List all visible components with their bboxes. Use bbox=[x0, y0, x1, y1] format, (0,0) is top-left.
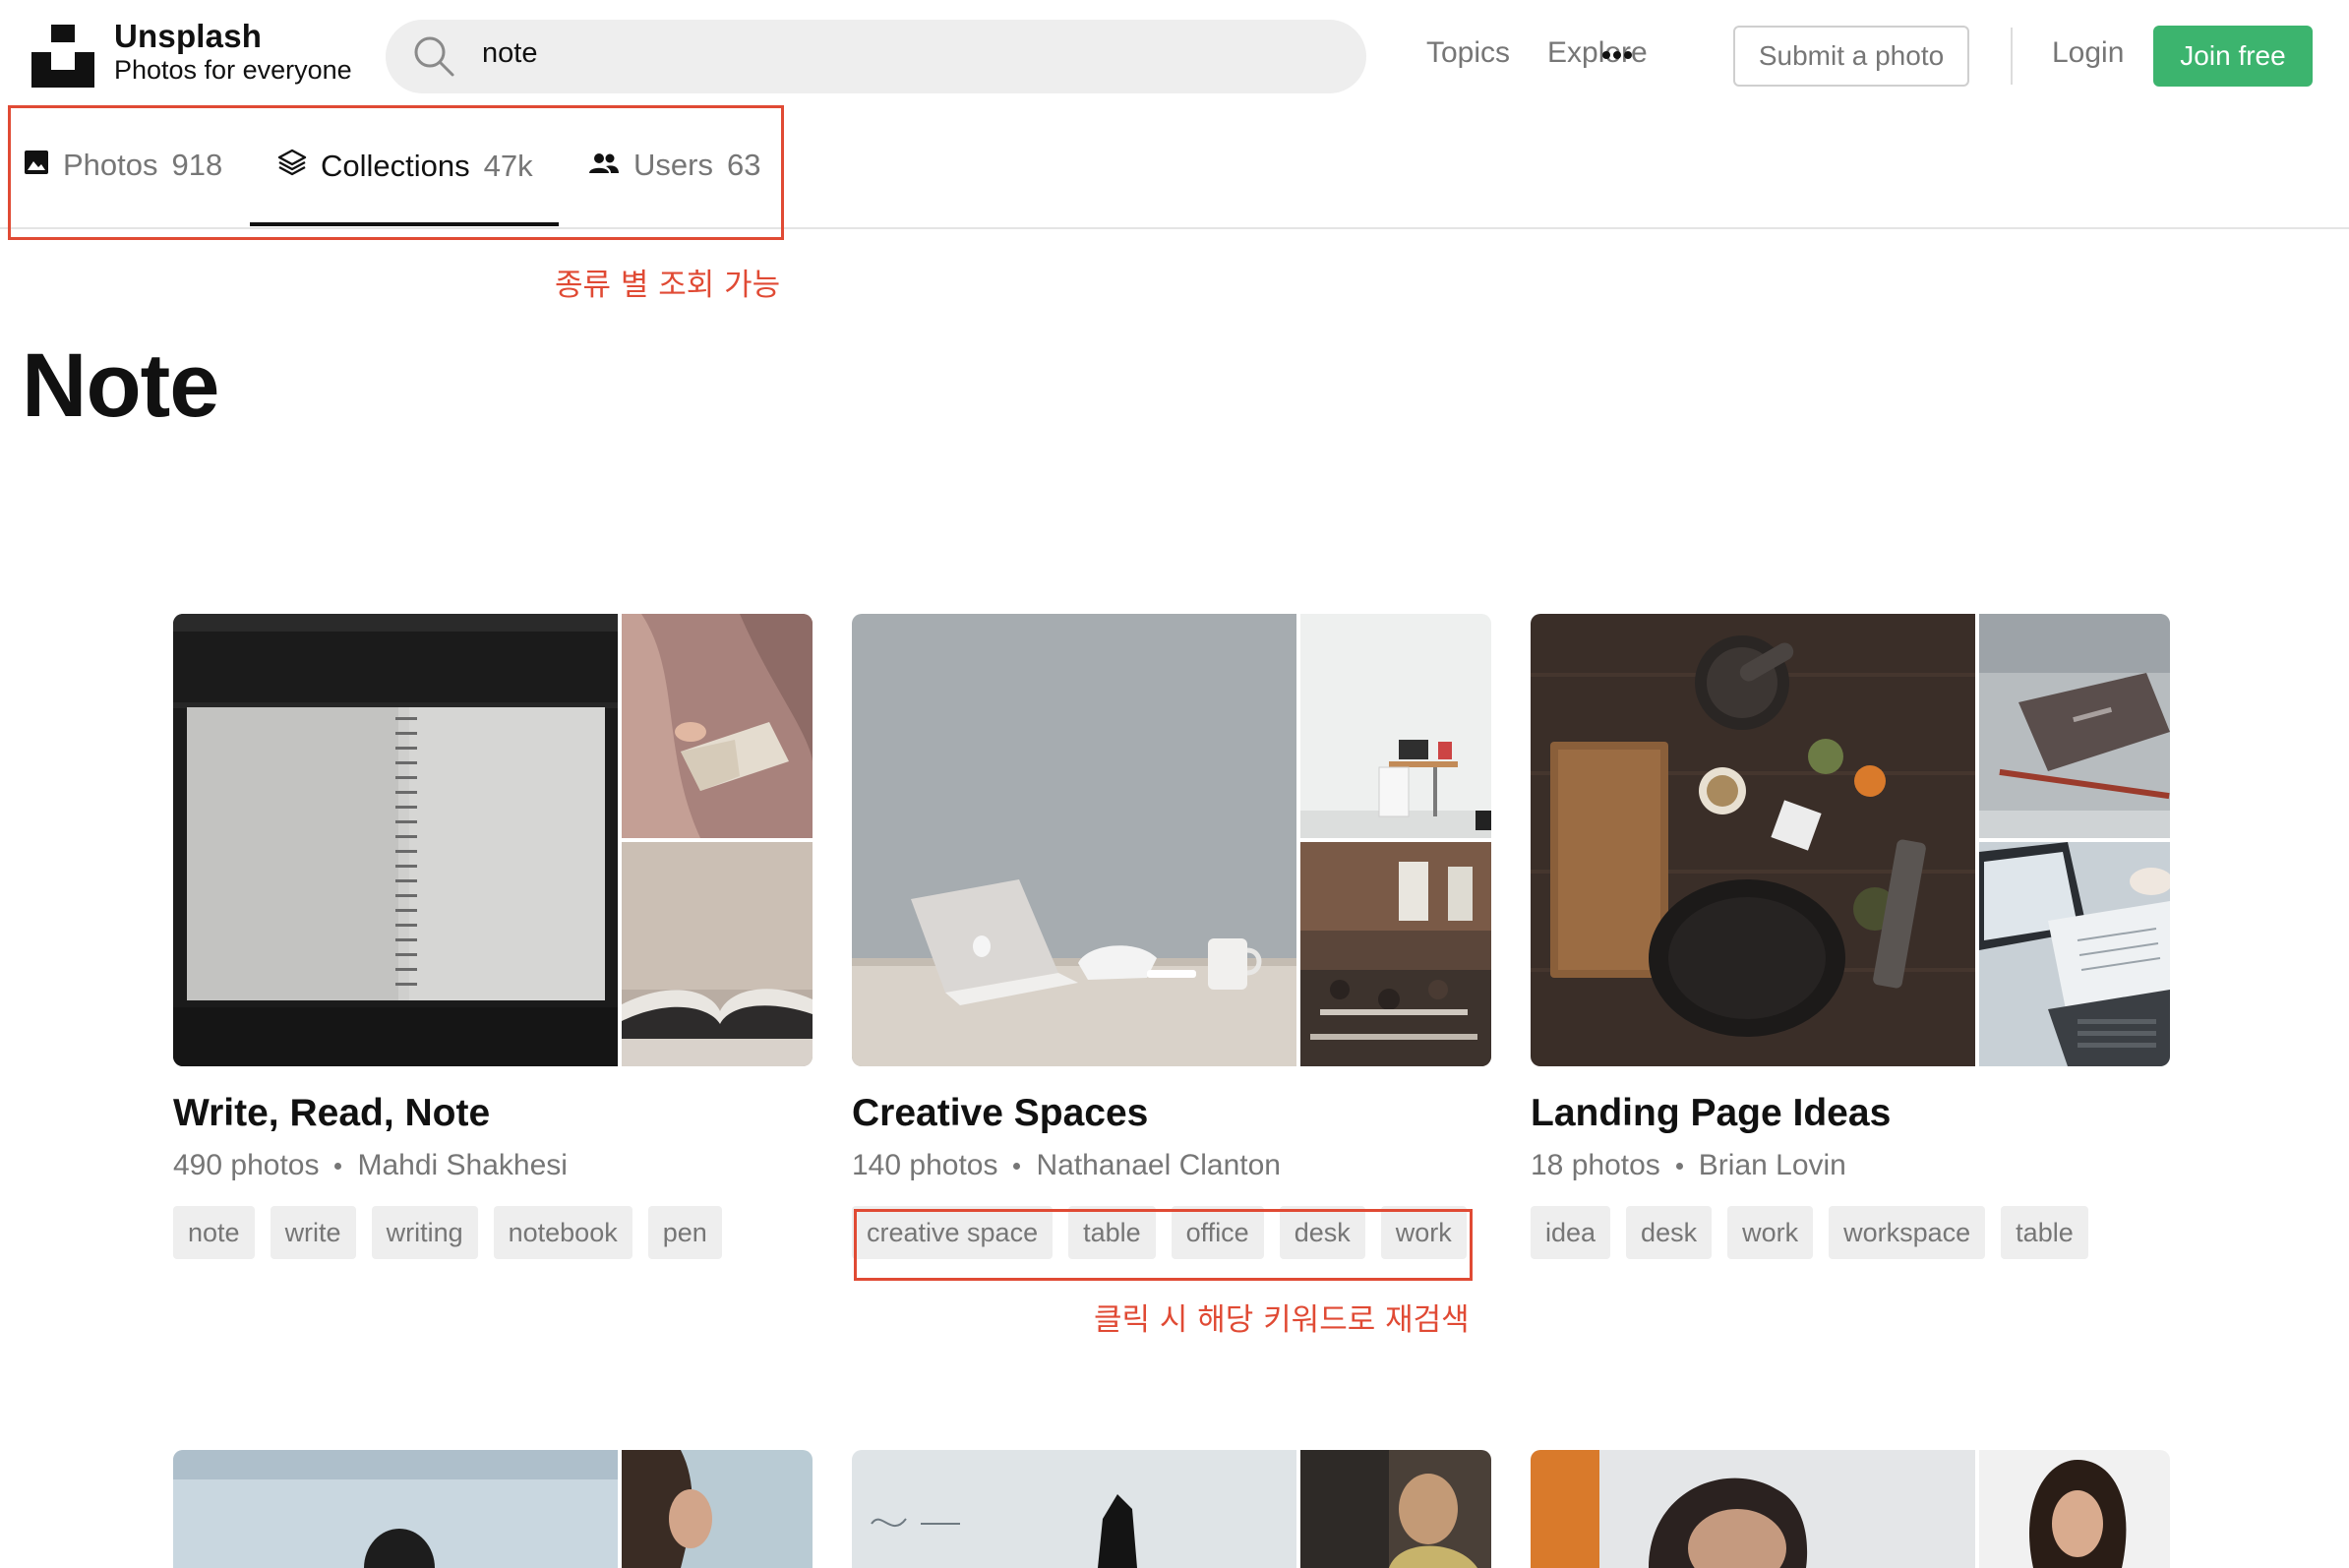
header-divider bbox=[2011, 28, 2013, 85]
cover-photo-laptop-desk bbox=[852, 614, 1296, 1066]
cover-photo-white-room bbox=[1300, 614, 1491, 838]
page-title: Note bbox=[22, 335, 219, 436]
collection-card-partial[interactable] bbox=[1531, 1450, 2170, 1568]
cover-photo-woman-smiling bbox=[1979, 1450, 2170, 1568]
cover-photo-open-book bbox=[622, 842, 813, 1066]
meta-separator bbox=[334, 1162, 342, 1170]
collection-author[interactable]: Brian Lovin bbox=[1699, 1149, 1846, 1182]
collection-photo-count: 490 photos bbox=[173, 1149, 320, 1181]
cover-photo-woman-sea bbox=[622, 1450, 813, 1568]
cover-photo-kitchen-table bbox=[1531, 614, 1975, 1066]
collection-author[interactable]: Mahdi Shakhesi bbox=[357, 1149, 567, 1182]
collection-title[interactable]: Landing Page Ideas bbox=[1531, 1092, 2170, 1135]
annotation-tabs-box bbox=[8, 105, 784, 240]
brand-tagline: Photos for everyone bbox=[114, 55, 352, 85]
join-free-button[interactable]: Join free bbox=[2153, 26, 2313, 87]
collection-title[interactable]: Write, Read, Note bbox=[173, 1092, 813, 1135]
collection-photo-count: 18 photos bbox=[1531, 1149, 1660, 1181]
tag-chip[interactable]: workspace bbox=[1829, 1206, 1986, 1259]
cover-photo-notebook bbox=[173, 614, 618, 1066]
nav-topics-link[interactable]: Topics bbox=[1426, 36, 1510, 70]
collection-title[interactable]: Creative Spaces bbox=[852, 1092, 1491, 1135]
collection-card[interactable]: Creative Spaces 140 photos Nathanael Cla… bbox=[852, 614, 1491, 1259]
login-link[interactable]: Login bbox=[2052, 36, 2124, 70]
tag-chip[interactable]: table bbox=[2001, 1206, 2088, 1259]
cover-photo-business-card bbox=[1979, 614, 2170, 838]
cover-photo-sea-sky bbox=[173, 1450, 618, 1568]
meta-separator bbox=[1675, 1162, 1683, 1170]
unsplash-logo-icon[interactable] bbox=[31, 25, 94, 88]
annotation-tags-box bbox=[854, 1209, 1473, 1281]
more-options-icon[interactable] bbox=[1601, 45, 1633, 65]
cover-photo-cafe bbox=[1300, 842, 1491, 1066]
search-query-text[interactable]: note bbox=[482, 37, 537, 70]
collection-photo-count: 140 photos bbox=[852, 1149, 998, 1181]
cover-photo-man-portrait bbox=[1531, 1450, 1975, 1568]
annotation-tabs-note: 종류 별 조회 가능 bbox=[555, 268, 781, 303]
tag-chip[interactable]: write bbox=[270, 1206, 356, 1259]
collection-author[interactable]: Nathanael Clanton bbox=[1036, 1149, 1281, 1182]
brand-name[interactable]: Unsplash bbox=[114, 18, 262, 55]
cover-photo-reading bbox=[622, 614, 813, 838]
collection-cover[interactable] bbox=[852, 614, 1491, 1066]
search-icon[interactable] bbox=[411, 33, 456, 79]
cover-photo-laptop-notes bbox=[1979, 842, 2170, 1066]
collection-cover[interactable] bbox=[1531, 614, 2170, 1066]
collection-cover[interactable] bbox=[173, 614, 813, 1066]
tag-chip[interactable]: notebook bbox=[493, 1206, 632, 1259]
cover-photo-chalkboard bbox=[852, 1450, 1296, 1568]
tag-chip[interactable]: pen bbox=[647, 1206, 722, 1259]
tag-chip[interactable]: idea bbox=[1531, 1206, 1611, 1259]
meta-separator bbox=[1013, 1162, 1021, 1170]
collection-card-partial[interactable] bbox=[852, 1450, 1491, 1568]
cover-photo-person-desk bbox=[1300, 1450, 1491, 1568]
collection-card[interactable]: Write, Read, Note 490 photos Mahdi Shakh… bbox=[173, 614, 813, 1259]
tag-chip[interactable]: note bbox=[173, 1206, 255, 1259]
tag-chip[interactable]: desk bbox=[1626, 1206, 1713, 1259]
submit-photo-button[interactable]: Submit a photo bbox=[1733, 26, 1969, 87]
collection-card-partial[interactable] bbox=[173, 1450, 813, 1568]
tag-chip[interactable]: work bbox=[1727, 1206, 1814, 1259]
collection-tags: note write writing notebook pen bbox=[173, 1206, 813, 1259]
annotation-tags-note: 클릭 시 해당 키워드로 재검색 bbox=[1094, 1302, 1470, 1338]
collection-tags: idea desk work workspace table bbox=[1531, 1206, 2170, 1259]
collection-card[interactable]: Landing Page Ideas 18 photos Brian Lovin… bbox=[1531, 614, 2170, 1259]
tag-chip[interactable]: writing bbox=[371, 1206, 478, 1259]
